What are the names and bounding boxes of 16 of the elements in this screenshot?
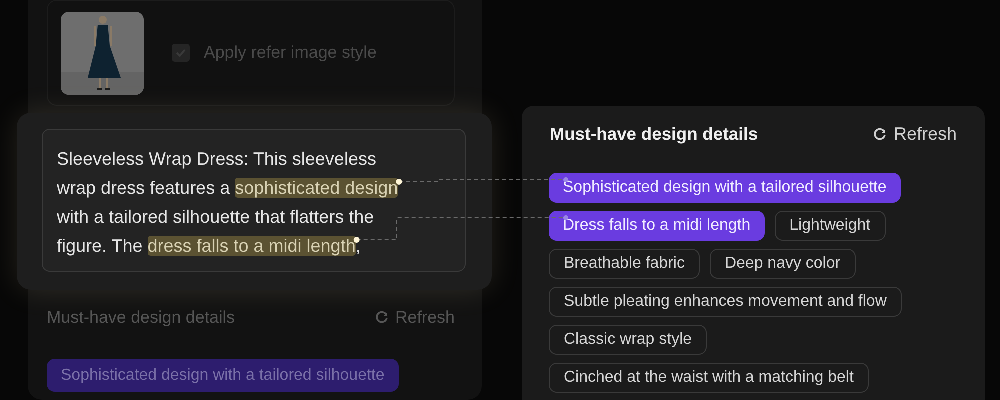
refresh-icon: [872, 128, 887, 142]
refresh-icon: [375, 310, 390, 325]
checkbox-label: Apply refer image style: [204, 42, 377, 64]
tag-chip[interactable]: Dress falls to a midi length: [549, 211, 765, 241]
tag-chip[interactable]: Breathable fabric: [549, 249, 700, 279]
description-text: Sleeveless Wrap Dress: This sleeveless wrap dress features a sophisticated design with a tailored silhouette that flatters the figure. The dress falls to a midi length,: [42, 129, 466, 272]
refresh-button[interactable]: Refresh: [872, 121, 957, 148]
tag-chip[interactable]: Sophisticated design with a tailored silhouette: [549, 173, 901, 203]
checkbox[interactable]: [172, 44, 190, 62]
section-title: Must-have design details: [47, 307, 236, 329]
tag-chip[interactable]: Lightweight: [774, 211, 886, 241]
tag-chip[interactable]: Subtle pleating enhances movement and flow: [549, 287, 902, 317]
tag-chip[interactable]: Deep navy color: [710, 249, 856, 279]
tag-chip[interactable]: Classic wrap style: [549, 325, 708, 355]
section-title: Must-have design details: [550, 123, 758, 146]
tag-chip[interactable]: Cinched at the waist with a matching belt: [549, 363, 869, 393]
